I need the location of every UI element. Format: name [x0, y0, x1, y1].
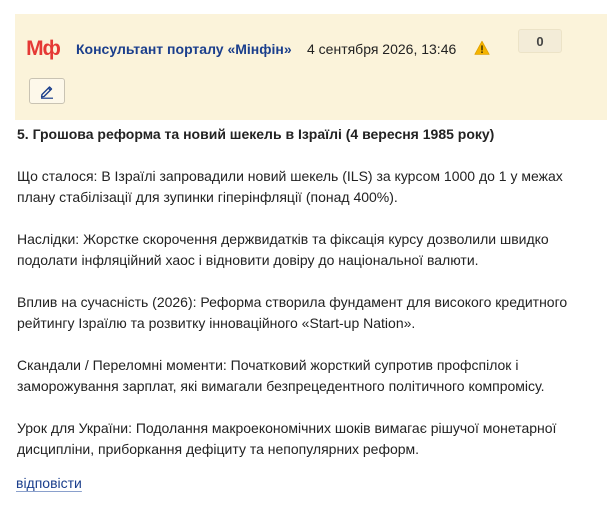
- minfin-logo: Мф: [26, 37, 61, 60]
- paragraph-what-happened: Що сталося: В Ізраїлі запровадили новий …: [17, 168, 563, 205]
- paragraph-scandals: Скандали / Переломні моменти: Початковий…: [17, 357, 545, 394]
- warning-icon[interactable]: [474, 40, 490, 56]
- comment-body: 5. Грошова реформа та новий шекель в Ізр…: [17, 124, 602, 481]
- paragraph-consequences: Наслідки: Жорстке скорочення держвидаткі…: [17, 231, 549, 268]
- paragraph-modern-impact: Вплив на сучасність (2026): Реформа ство…: [17, 294, 568, 331]
- reply-link[interactable]: відповісти: [16, 475, 82, 491]
- paragraph-lesson: Урок для України: Подолання макроекономі…: [17, 420, 557, 457]
- comment-header: Мф Консультант порталу «Мінфін» 4 сентяб…: [15, 14, 607, 120]
- rating-counter[interactable]: 0: [518, 29, 562, 53]
- edit-button[interactable]: [29, 78, 65, 104]
- author-link[interactable]: Консультант порталу «Мінфін»: [76, 41, 292, 57]
- comment-date: 4 сентября 2026, 13:46: [307, 41, 457, 57]
- comment-title: 5. Грошова реформа та новий шекель в Ізр…: [17, 126, 495, 142]
- pencil-icon: [40, 86, 53, 99]
